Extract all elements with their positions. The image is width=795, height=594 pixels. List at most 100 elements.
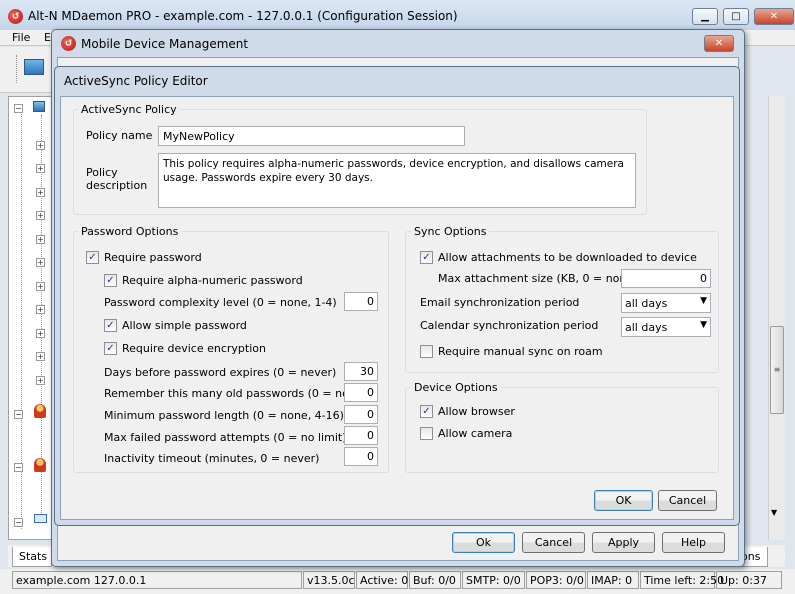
- require-password-checkbox[interactable]: ✓ Require password: [86, 251, 202, 264]
- policy-name-input[interactable]: MyNewPolicy: [158, 126, 465, 146]
- checkbox-icon[interactable]: ✓: [104, 342, 117, 355]
- email-sync-value: all days: [625, 296, 668, 310]
- max-attachment-label: Max attachment size (KB, 0 = none): [438, 272, 638, 285]
- tree-collapse-icon[interactable]: −: [14, 463, 23, 472]
- policy-name-label: Policy name: [86, 129, 153, 142]
- manual-sync-checkbox[interactable]: Require manual sync on roam: [420, 345, 603, 358]
- require-alnum-label: Require alpha-numeric password: [122, 274, 303, 287]
- max-failed-label: Max failed password attempts (0 = no lim…: [104, 431, 347, 444]
- tree-collapse-icon[interactable]: −: [14, 518, 23, 527]
- tree-collapse-icon[interactable]: −: [14, 410, 23, 419]
- expires-input[interactable]: 30: [344, 362, 378, 381]
- checkbox-icon[interactable]: [420, 427, 433, 440]
- tree-expand-icon[interactable]: +: [36, 188, 45, 197]
- checkbox-icon[interactable]: ✓: [104, 319, 117, 332]
- right-scrollbar[interactable]: ≡ ▼: [768, 96, 785, 540]
- sync-options-legend: Sync Options: [411, 225, 490, 238]
- menu-file[interactable]: File: [12, 31, 30, 44]
- mdm-cancel-button[interactable]: Cancel: [522, 532, 585, 553]
- tree-expand-icon[interactable]: +: [36, 141, 45, 150]
- min-length-input[interactable]: 0: [344, 405, 378, 424]
- scroll-thumb[interactable]: ≡: [770, 326, 784, 414]
- tree-expand-icon[interactable]: +: [36, 164, 45, 173]
- tree-expand-icon[interactable]: +: [36, 376, 45, 385]
- minimize-button[interactable]: ▁: [692, 8, 718, 25]
- status-imap: IMAP: 0: [587, 571, 639, 589]
- mdm-window-title: Mobile Device Management: [81, 37, 249, 51]
- tree-line: [41, 115, 42, 515]
- tree-expand-icon[interactable]: +: [36, 352, 45, 361]
- checkbox-icon[interactable]: ✓: [420, 251, 433, 264]
- computer-icon[interactable]: [24, 59, 44, 75]
- remember-label: Remember this many old passwords (0 = no…: [104, 387, 367, 400]
- expires-label: Days before password expires (0 = never): [104, 366, 337, 379]
- checkbox-icon[interactable]: ✓: [86, 251, 99, 264]
- device-options-legend: Device Options: [411, 381, 501, 394]
- checkbox-icon[interactable]: [420, 345, 433, 358]
- tree-expand-icon[interactable]: +: [36, 211, 45, 220]
- scroll-down-icon[interactable]: ▼: [771, 508, 777, 517]
- calendar-sync-select[interactable]: all days ▼: [621, 317, 711, 337]
- editor-ok-button[interactable]: OK: [594, 490, 653, 511]
- inactivity-input[interactable]: 0: [344, 447, 378, 466]
- require-encryption-label: Require device encryption: [122, 342, 266, 355]
- mail-icon: [34, 514, 47, 523]
- policy-description-label-1: Policy: [86, 166, 118, 179]
- tree-expand-icon[interactable]: +: [36, 258, 45, 267]
- close-button[interactable]: ✕: [754, 8, 794, 25]
- status-host: example.com 127.0.0.1: [12, 571, 302, 589]
- checkbox-icon[interactable]: ✓: [104, 274, 117, 287]
- allow-camera-checkbox[interactable]: Allow camera: [420, 427, 512, 440]
- tree-expand-icon[interactable]: +: [36, 282, 45, 291]
- email-sync-label: Email synchronization period: [420, 296, 580, 309]
- allow-simple-checkbox[interactable]: ✓ Allow simple password: [104, 319, 247, 332]
- mdm-ok-button[interactable]: Ok: [452, 532, 515, 553]
- allow-attachments-checkbox[interactable]: ✓ Allow attachments to be downloaded to d…: [420, 251, 697, 264]
- policy-description-textarea[interactable]: This policy requires alpha-numeric passw…: [158, 153, 636, 208]
- tree-expand-icon[interactable]: +: [36, 305, 45, 314]
- chevron-down-icon[interactable]: ▼: [700, 296, 707, 306]
- allow-camera-label: Allow camera: [438, 427, 513, 440]
- status-pop3: POP3: 0/0: [526, 571, 586, 589]
- max-attachment-input[interactable]: 0: [621, 269, 711, 288]
- allow-browser-checkbox[interactable]: ✓ Allow browser: [420, 405, 515, 418]
- checkbox-icon[interactable]: ✓: [420, 405, 433, 418]
- status-active: Active: 0: [356, 571, 408, 589]
- tree-expand-icon[interactable]: +: [36, 235, 45, 244]
- editor-title: ActiveSync Policy Editor: [64, 74, 208, 88]
- manual-sync-label: Require manual sync on roam: [438, 345, 603, 358]
- calendar-sync-label: Calendar synchronization period: [420, 319, 599, 332]
- require-alnum-checkbox[interactable]: ✓ Require alpha-numeric password: [104, 274, 303, 287]
- tree-root-icon: [33, 101, 45, 112]
- status-smtp: SMTP: 0/0: [462, 571, 525, 589]
- tab-stats[interactable]: Stats: [12, 547, 52, 567]
- tree-expand-icon[interactable]: +: [36, 329, 45, 338]
- max-failed-input[interactable]: 0: [344, 426, 378, 445]
- status-uptime: Up: 0:37: [716, 571, 782, 589]
- menu-edit[interactable]: E: [44, 31, 51, 44]
- policy-description-label-2: description: [86, 179, 148, 192]
- email-sync-select[interactable]: all days ▼: [621, 293, 711, 313]
- status-time-left: Time left: 2:50: [640, 571, 724, 589]
- mdm-app-icon: ↺: [61, 36, 76, 51]
- require-encryption-checkbox[interactable]: ✓ Require device encryption: [104, 342, 266, 355]
- mdm-close-button[interactable]: ✕: [704, 35, 734, 52]
- main-window-title: Alt-N MDaemon PRO - example.com - 127.0.…: [28, 9, 458, 23]
- min-length-label: Minimum password length (0 = none, 4-16): [104, 409, 344, 422]
- tree-collapse-icon[interactable]: −: [14, 104, 23, 113]
- chevron-down-icon[interactable]: ▼: [700, 320, 707, 330]
- mdaemon-app-icon: ↺: [8, 9, 23, 24]
- editor-cancel-button[interactable]: Cancel: [658, 490, 717, 511]
- mdm-help-button[interactable]: Help: [662, 532, 725, 553]
- maximize-button[interactable]: □: [723, 8, 749, 25]
- toolbar-grip: [16, 55, 19, 83]
- mdm-apply-button[interactable]: Apply: [592, 532, 655, 553]
- status-buf: Buf: 0/0: [409, 571, 461, 589]
- allow-browser-label: Allow browser: [438, 405, 515, 418]
- allow-simple-label: Allow simple password: [122, 319, 247, 332]
- inactivity-label: Inactivity timeout (minutes, 0 = never): [104, 452, 320, 465]
- remember-input[interactable]: 0: [344, 383, 378, 402]
- complexity-input[interactable]: 0: [344, 292, 378, 311]
- password-options-legend: Password Options: [78, 225, 182, 238]
- complexity-label: Password complexity level (0 = none, 1-4…: [104, 296, 337, 309]
